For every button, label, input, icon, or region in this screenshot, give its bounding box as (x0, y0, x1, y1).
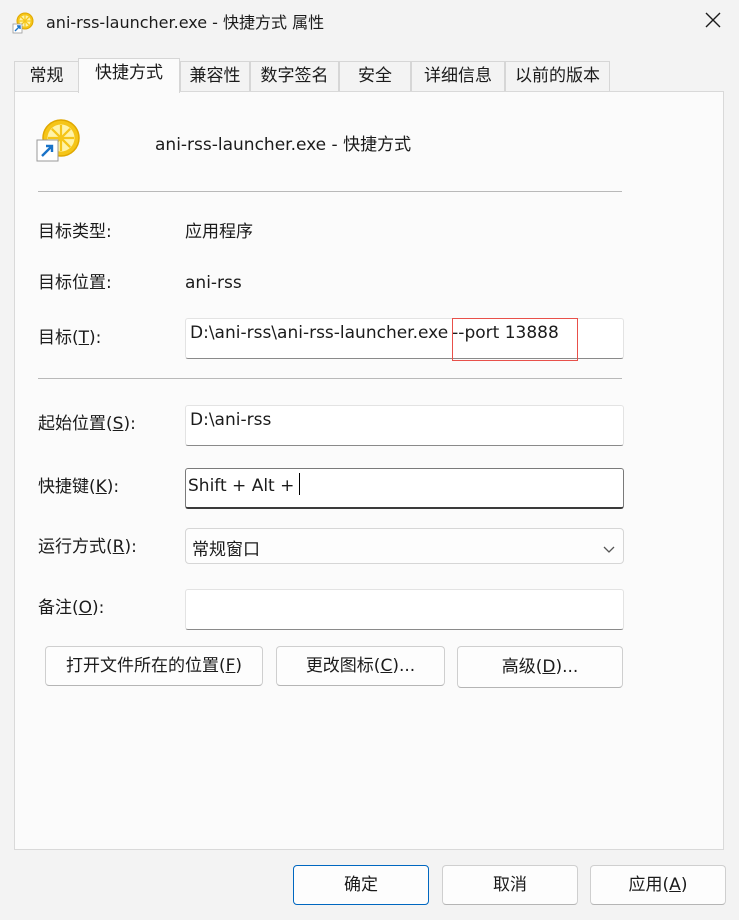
comment-field[interactable] (185, 589, 624, 630)
tab-digital-signatures[interactable]: 数字签名 (250, 61, 339, 92)
separator (38, 378, 622, 379)
target-label: 目标(T): (38, 328, 102, 348)
tab-previous-versions[interactable]: 以前的版本 (505, 61, 610, 92)
lemon-shortcut-icon (12, 12, 34, 34)
chevron-down-icon (603, 540, 615, 553)
tab-security[interactable]: 安全 (339, 61, 411, 92)
open-file-location-button[interactable]: 打开文件所在的位置(F) (45, 646, 263, 686)
tab-bar: 常规 快捷方式 兼容性 数字签名 安全 详细信息 以前的版本 (14, 58, 726, 93)
close-icon (705, 12, 721, 32)
target-location-label: 目标位置: (38, 273, 112, 293)
window-title: ani-rss-launcher.exe - 快捷方式 属性 (46, 13, 325, 32)
title-bar: ani-rss-launcher.exe - 快捷方式 属性 (0, 0, 739, 46)
hotkey-value: Shift + Alt + (188, 476, 295, 496)
start-in-label: 起始位置(S): (38, 414, 136, 434)
comment-label: 备注(O): (38, 598, 105, 618)
target-type-label: 目标类型: (38, 222, 112, 242)
ok-button[interactable]: 确定 (293, 865, 429, 905)
cancel-button[interactable]: 取消 (442, 865, 578, 905)
shortcut-file-icon (36, 118, 82, 164)
shortcut-name: ani-rss-launcher.exe - 快捷方式 (155, 135, 412, 155)
tab-shortcut[interactable]: 快捷方式 (78, 58, 180, 93)
text-caret (299, 473, 301, 495)
run-select-value: 常规窗口 (192, 540, 260, 560)
advanced-button[interactable]: 高级(D)... (457, 646, 623, 688)
tab-compatibility[interactable]: 兼容性 (180, 61, 250, 92)
apply-button[interactable]: 应用(A) (590, 865, 726, 905)
start-in-field[interactable]: D:\ani-rss (185, 405, 624, 446)
close-button[interactable] (690, 0, 736, 44)
hotkey-field[interactable]: Shift + Alt + (185, 468, 624, 509)
target-location-value: ani-rss (185, 273, 242, 293)
tab-general[interactable]: 常规 (14, 61, 79, 92)
change-icon-button[interactable]: 更改图标(C)... (276, 646, 445, 686)
tab-details[interactable]: 详细信息 (411, 61, 505, 92)
target-type-value: 应用程序 (185, 222, 253, 242)
target-path: D:\ani-rss\ani-rss-launcher.exe (190, 323, 449, 343)
argument-highlight-box (452, 318, 578, 361)
separator (38, 191, 622, 192)
run-select[interactable]: 常规窗口 (185, 528, 624, 564)
run-label: 运行方式(R): (38, 537, 137, 557)
hotkey-label: 快捷键(K): (38, 477, 120, 497)
